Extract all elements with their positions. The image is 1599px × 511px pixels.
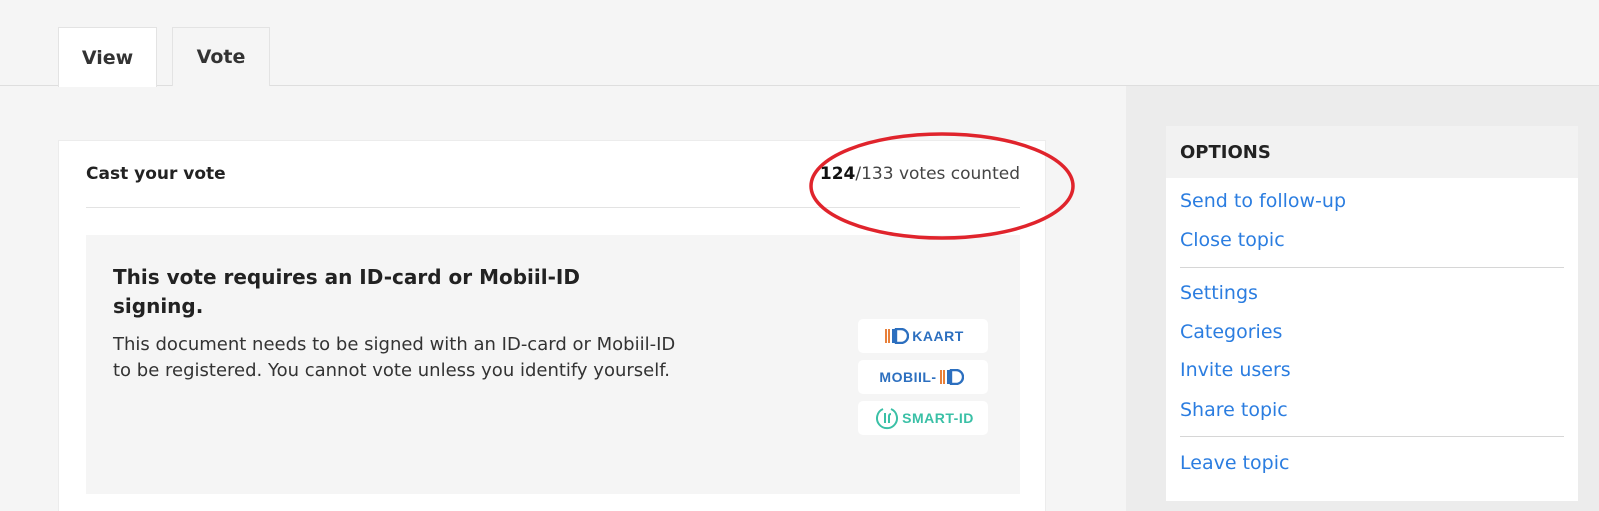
send-to-follow-up-link[interactable]: Send to follow-up <box>1180 190 1346 212</box>
smart-id-icon <box>876 408 899 430</box>
id-requirement-text: This document needs to be signed with an… <box>113 334 676 381</box>
smart-id-button[interactable]: SMART-ID <box>858 401 988 435</box>
leave-topic-link[interactable]: Leave topic <box>1180 452 1289 474</box>
invite-users-link[interactable]: Invite users <box>1180 359 1291 381</box>
id-card-icon <box>885 328 910 344</box>
id-card-button[interactable]: KAART <box>858 319 988 353</box>
smart-id-label: SMART-ID <box>902 410 974 426</box>
options-header: OPTIONS <box>1166 126 1578 178</box>
options-divider <box>1180 267 1564 268</box>
mobiil-id-label: MOBIIL- <box>879 369 937 385</box>
tab-vote[interactable]: Vote <box>172 27 270 86</box>
mobiil-id-button[interactable]: MOBIIL- <box>858 360 988 394</box>
card-title: Cast your vote <box>86 164 226 184</box>
id-card-label: KAART <box>912 328 964 344</box>
options-divider <box>1180 436 1564 437</box>
id-requirement-title: This vote requires an ID-card or Mobiil-… <box>113 265 580 318</box>
highlight-ellipse <box>809 132 1075 240</box>
id-requirement-box: This vote requires an ID-card or Mobiil-… <box>86 235 1020 494</box>
tab-view[interactable]: View <box>58 27 157 87</box>
tab-bar: View Vote <box>0 0 1599 87</box>
categories-link[interactable]: Categories <box>1180 321 1282 343</box>
options-panel: OPTIONS Send to follow-up Close topic Se… <box>1166 126 1578 501</box>
close-topic-link[interactable]: Close topic <box>1180 229 1285 251</box>
share-topic-link[interactable]: Share topic <box>1180 399 1288 421</box>
mobiil-id-icon <box>939 369 964 385</box>
settings-link[interactable]: Settings <box>1180 282 1258 304</box>
